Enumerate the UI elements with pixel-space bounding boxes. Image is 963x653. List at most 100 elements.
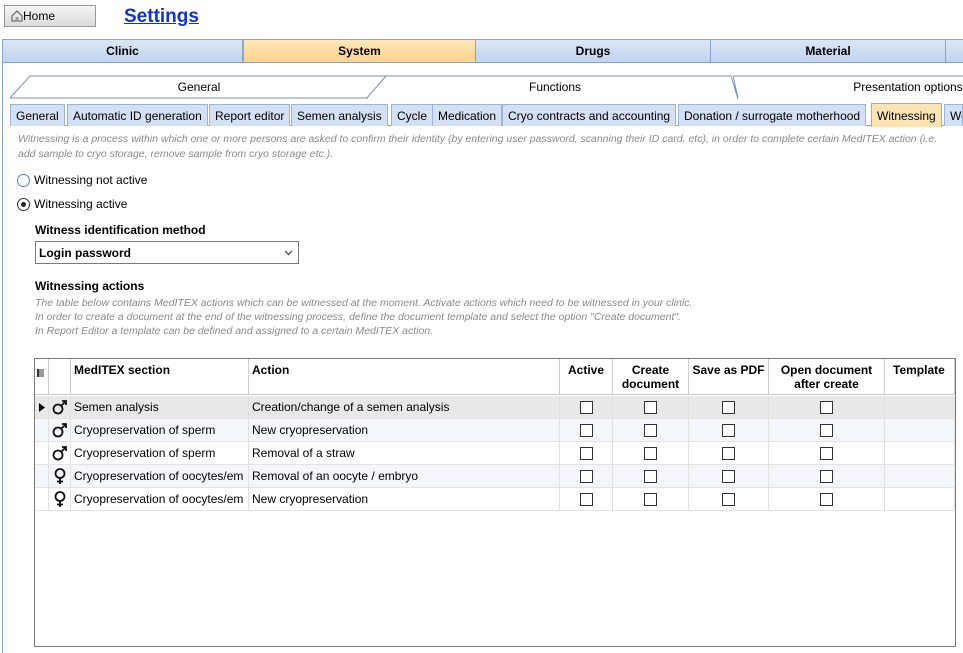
pdf-checkbox[interactable] xyxy=(722,400,735,414)
action-cell: Removal of an oocyte / embryo xyxy=(249,465,560,487)
table-row[interactable]: Cryopreservation of sperm Removal of a st… xyxy=(35,442,955,465)
open-checkbox[interactable] xyxy=(820,400,833,414)
desc-line: In Report Editor a template can be defin… xyxy=(35,325,434,337)
radio-label: Witnessing not active xyxy=(34,173,148,187)
active-cell xyxy=(560,488,613,510)
witnessing-actions-grid[interactable]: MedITEX section Action Active Create doc… xyxy=(34,358,956,647)
header-action[interactable]: Action xyxy=(249,359,560,395)
template-cell[interactable] xyxy=(885,488,955,510)
active-checkbox[interactable] xyxy=(579,423,593,437)
female-icon xyxy=(54,468,65,484)
pdf-checkbox[interactable] xyxy=(722,423,735,437)
open-cell xyxy=(769,442,885,464)
page-title[interactable]: Settings xyxy=(124,6,199,28)
tab-drugs[interactable]: Drugs xyxy=(476,40,711,62)
pdf-checkbox[interactable] xyxy=(722,469,735,483)
method-select[interactable]: Login password xyxy=(35,241,299,264)
create-checkbox[interactable] xyxy=(644,423,657,437)
header-create-document[interactable]: Create document xyxy=(613,359,689,395)
create-checkbox[interactable] xyxy=(644,469,657,483)
subtab-label: Functions xyxy=(528,80,582,94)
table-row[interactable]: Cryopreservation of oocytes/em Removal of… xyxy=(35,465,955,488)
create-cell xyxy=(613,419,689,441)
subtab-functions[interactable]: Functions xyxy=(366,75,744,100)
subtab-presentation[interactable]: Presentation options xyxy=(733,75,963,99)
row-indicator[interactable] xyxy=(35,419,49,441)
pdf-checkbox[interactable] xyxy=(722,446,735,460)
header-line: after create xyxy=(794,377,859,391)
active-checkbox[interactable] xyxy=(579,446,593,460)
radio-button[interactable] xyxy=(17,197,30,211)
tab-witnessing[interactable]: Witnessing xyxy=(871,103,942,127)
row-indicator[interactable] xyxy=(35,488,49,510)
row-indicator[interactable] xyxy=(35,442,49,464)
tab-cycle[interactable]: Cycle xyxy=(391,104,434,126)
create-checkbox[interactable] xyxy=(644,400,657,414)
header-line: document xyxy=(621,377,680,391)
template-cell[interactable] xyxy=(885,465,955,487)
active-checkbox[interactable] xyxy=(579,469,593,483)
header-open-document[interactable]: Open document after create xyxy=(769,359,885,395)
open-cell xyxy=(769,396,885,418)
tab-semen-analysis[interactable]: Semen analysis xyxy=(291,104,388,126)
table-row[interactable]: Cryopreservation of sperm New cryopreserv… xyxy=(35,419,955,442)
table-row[interactable]: Cryopreservation of oocytes/em New cryopr… xyxy=(35,488,955,511)
template-cell[interactable] xyxy=(885,396,955,418)
action-cell: Removal of a straw xyxy=(249,442,560,464)
function-tab-bar: General Automatic ID generation Report e… xyxy=(10,103,963,127)
home-button[interactable]: Home xyxy=(4,5,96,27)
create-checkbox[interactable] xyxy=(644,492,657,506)
open-checkbox[interactable] xyxy=(820,446,833,460)
pdf-cell xyxy=(689,419,769,441)
actions-label: Witnessing actions xyxy=(35,279,145,293)
open-cell xyxy=(769,419,885,441)
create-cell xyxy=(613,442,689,464)
action-cell: New cryopreservation xyxy=(249,419,560,441)
row-indicator[interactable] xyxy=(35,396,49,418)
section-cell: Cryopreservation of sperm xyxy=(71,419,249,441)
header-section[interactable]: MedITEX section xyxy=(71,359,249,395)
subtab-general[interactable]: General xyxy=(10,75,388,99)
table-row[interactable]: Semen analysis Creation/change of a semen… xyxy=(35,396,955,419)
tab-label: Material xyxy=(805,44,851,58)
tab-material[interactable]: Material xyxy=(711,40,946,62)
tab-medication[interactable]: Medication xyxy=(432,104,503,126)
header-template[interactable]: Template xyxy=(885,359,955,395)
section-cell: Cryopreservation of oocytes/em xyxy=(71,488,249,510)
action-cell: New cryopreservation xyxy=(249,488,560,510)
active-checkbox[interactable] xyxy=(579,400,593,414)
header-save-as-pdf[interactable]: Save as PDF xyxy=(689,359,769,395)
male-icon xyxy=(52,400,67,415)
open-checkbox[interactable] xyxy=(820,492,833,506)
tab-label: General xyxy=(16,108,59,123)
active-cell xyxy=(560,396,613,418)
tab-donation[interactable]: Donation / surrogate motherhood xyxy=(678,104,867,126)
gender-cell xyxy=(49,419,71,441)
active-checkbox[interactable] xyxy=(579,492,593,506)
column-chooser[interactable] xyxy=(35,359,49,395)
row-selected-icon xyxy=(38,402,45,412)
header-line: Open document xyxy=(780,363,873,377)
template-cell[interactable] xyxy=(885,442,955,464)
tab-cryo-contracts[interactable]: Cryo contracts and accounting xyxy=(502,104,677,126)
tab-overflow[interactable]: We xyxy=(944,104,963,126)
subtab-label: General xyxy=(177,80,221,94)
tab-clinic[interactable]: Clinic xyxy=(3,40,243,62)
create-checkbox[interactable] xyxy=(644,446,657,460)
template-cell[interactable] xyxy=(885,419,955,441)
select-value: Login password xyxy=(39,245,132,260)
tab-overflow[interactable] xyxy=(946,40,963,62)
pdf-checkbox[interactable] xyxy=(722,492,735,506)
witnessing-description: Witnessing is a process within which one… xyxy=(18,133,938,160)
radio-witnessing-not-active[interactable]: Witnessing not active xyxy=(17,173,147,187)
tab-system[interactable]: System xyxy=(243,40,476,62)
header-active[interactable]: Active xyxy=(560,359,613,395)
tab-report-editor[interactable]: Report editor xyxy=(209,104,291,126)
radio-button[interactable] xyxy=(17,173,30,187)
open-checkbox[interactable] xyxy=(820,469,833,483)
radio-witnessing-active[interactable]: Witnessing active xyxy=(17,197,127,211)
tab-general[interactable]: General xyxy=(10,104,65,126)
open-checkbox[interactable] xyxy=(820,423,833,437)
tab-automatic-id-generation[interactable]: Automatic ID generation xyxy=(67,104,208,126)
row-indicator[interactable] xyxy=(35,465,49,487)
